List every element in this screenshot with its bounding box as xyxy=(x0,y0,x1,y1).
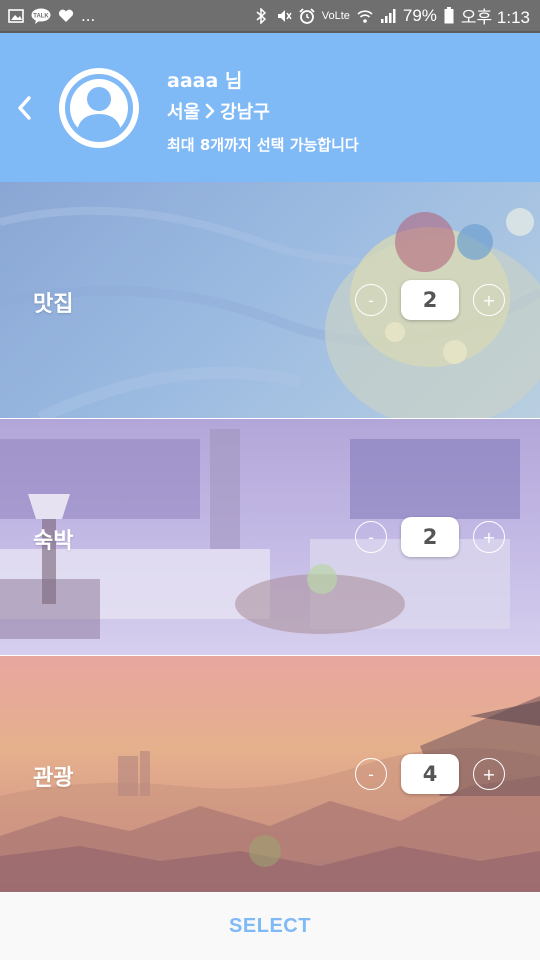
quantity-stepper: - 4 + xyxy=(354,754,506,794)
category-label: 맛집 xyxy=(33,292,74,317)
category-sightseeing: 관광 - 4 + xyxy=(0,656,540,892)
region-city: 서울 xyxy=(167,102,201,123)
volte-icon: VoLte xyxy=(321,9,350,22)
battery-icon xyxy=(444,7,454,24)
user-silhouette-icon xyxy=(65,74,133,142)
quantity-value: 2 xyxy=(401,280,459,320)
user-name: aaaa 님 xyxy=(167,70,243,92)
selection-limit-hint: 최대 8개까지 선택 가능합니다 xyxy=(167,136,359,154)
increment-button[interactable]: + xyxy=(473,284,505,316)
increment-button[interactable]: + xyxy=(473,521,505,553)
quantity-value: 2 xyxy=(401,517,459,557)
select-button[interactable]: SELECT xyxy=(189,907,351,946)
bluetooth-icon xyxy=(253,7,269,24)
gallery-icon xyxy=(8,8,24,24)
region-breadcrumb: 서울 강남구 xyxy=(167,98,270,124)
category-label: 관광 xyxy=(33,766,74,791)
chevron-left-icon xyxy=(18,96,31,120)
category-label: 숙박 xyxy=(33,529,74,554)
kakaotalk-icon: TALK xyxy=(31,8,51,24)
chevron-right-icon xyxy=(205,103,215,119)
bottom-bar: SELECT xyxy=(0,893,540,960)
quantity-value: 4 xyxy=(401,754,459,794)
increment-button[interactable]: + xyxy=(473,758,505,790)
category-restaurant: 맛집 - 2 + xyxy=(0,182,540,418)
battery-percent: 79% xyxy=(402,5,437,25)
alarm-icon xyxy=(299,7,315,24)
decrement-button[interactable]: - xyxy=(355,758,387,790)
signal-icon xyxy=(380,8,396,24)
decrement-button[interactable]: - xyxy=(355,521,387,553)
more-notifications: ... xyxy=(81,5,96,25)
mute-icon xyxy=(276,8,292,24)
status-left: TALK ... xyxy=(8,6,95,26)
category-lodging: 숙박 - 2 + xyxy=(0,419,540,655)
quantity-stepper: - 2 + xyxy=(354,280,506,320)
wifi-icon xyxy=(357,8,373,24)
quantity-stepper: - 2 + xyxy=(354,517,506,557)
profile-header: aaaa 님 서울 강남구 최대 8개까지 선택 가능합니다 xyxy=(0,33,540,182)
region-district: 강남구 xyxy=(220,102,270,123)
status-bar: TALK ... VoLte 79% 오후 1:13 xyxy=(0,0,540,33)
status-right: VoLte 79% 오후 1:13 xyxy=(253,3,530,28)
clock: 오후 1:13 xyxy=(460,8,530,27)
decrement-button[interactable]: - xyxy=(355,284,387,316)
talk-label: TALK xyxy=(33,13,49,19)
avatar xyxy=(59,68,139,148)
heart-icon xyxy=(58,8,74,24)
back-button[interactable] xyxy=(12,90,36,126)
